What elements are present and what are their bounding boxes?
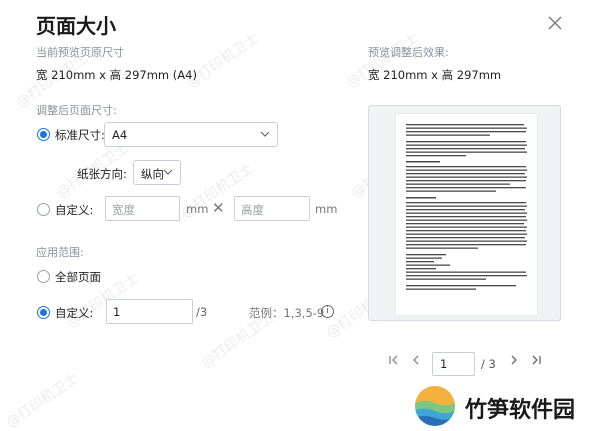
brand-watermark: 竹笋软件园 (413, 382, 593, 427)
standard-size-label: 标准尺寸: (55, 128, 105, 142)
info-icon[interactable]: i (321, 305, 334, 318)
brand-logo-icon (415, 386, 455, 426)
chevron-down-icon (260, 131, 270, 137)
watermark: @打印机卫士 (3, 370, 82, 431)
width-placeholder: 宽度 (112, 203, 135, 217)
custom-range-value: 1 (113, 305, 121, 319)
prev-page-icon[interactable] (410, 354, 422, 369)
preview-page-text (406, 124, 527, 290)
custom-size-radio[interactable] (37, 203, 50, 216)
orientation-value: 纵向 (141, 167, 164, 181)
first-page-icon[interactable] (388, 354, 400, 369)
brand-name: 竹笋软件园 (465, 398, 576, 423)
custom-range-input[interactable]: 1 (106, 299, 193, 324)
height-input[interactable]: 高度 (234, 196, 310, 221)
page-preview (368, 105, 561, 321)
page-number-input[interactable]: 1 (432, 352, 475, 376)
all-pages-radio[interactable] (37, 270, 50, 283)
all-pages-label: 全部页面 (55, 270, 101, 284)
height-unit: mm (315, 202, 338, 216)
standard-size-radio[interactable] (37, 128, 50, 141)
orientation-select[interactable]: 纵向 (133, 160, 181, 185)
range-total: /3 (196, 305, 208, 319)
last-page-icon[interactable] (530, 354, 542, 369)
custom-range-radio[interactable] (37, 306, 50, 319)
preview-size-text: 宽 210mm x 高 297mm (368, 68, 502, 82)
width-input[interactable]: 宽度 (105, 196, 180, 221)
range-example: 范例：1,3,5-9 (249, 306, 325, 320)
times-icon: ✕ (212, 199, 225, 217)
preview-page (396, 114, 537, 315)
width-unit: mm (186, 202, 209, 216)
page-total: / 3 (481, 357, 496, 371)
standard-size-select[interactable]: A4 (104, 122, 278, 147)
standard-size-value: A4 (112, 128, 128, 142)
current-size-heading: 当前预览页原尺寸 (36, 46, 124, 59)
custom-range-label: 自定义: (55, 306, 94, 320)
close-icon[interactable] (546, 14, 564, 32)
next-page-icon[interactable] (508, 354, 520, 369)
chevron-down-icon (163, 169, 173, 175)
custom-size-label: 自定义: (55, 203, 94, 217)
adjust-heading: 调整后页面尺寸: (36, 104, 117, 117)
height-placeholder: 高度 (241, 203, 264, 217)
orientation-label: 纸张方向: (77, 167, 127, 181)
page-number-value: 1 (440, 357, 448, 371)
preview-heading: 预览调整后效果: (368, 46, 449, 59)
current-size-text: 宽 210mm x 高 297mm (A4) (36, 68, 197, 82)
range-heading: 应用范围: (36, 246, 84, 259)
dialog-title: 页面大小 (36, 14, 116, 38)
